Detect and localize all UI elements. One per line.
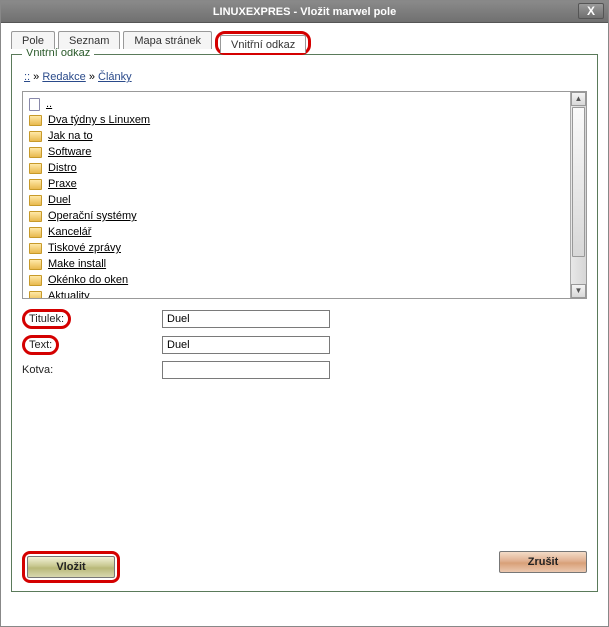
list-item[interactable]: Software (29, 144, 564, 160)
highlight-annotation: Vložit (22, 551, 120, 583)
tab-seznam[interactable]: Seznam (58, 31, 120, 49)
dialog-window: LINUXEXPRES - Vložit marwel pole X Pole … (0, 0, 609, 627)
scroll-up-button[interactable]: ▲ (571, 92, 586, 106)
button-bar: Vložit Zrušit (22, 551, 587, 583)
form-row-kotva: Kotva: (22, 361, 587, 379)
tab-vnitrni-odkaz[interactable]: Vnitřní odkaz (220, 35, 306, 53)
window-title: LINUXEXPRES - Vložit marwel pole (213, 6, 396, 18)
fieldset-vnitrni-odkaz: Vnitřní odkaz :: » Redakce » Články .. D… (11, 54, 598, 592)
breadcrumb-redakce[interactable]: Redakce (42, 71, 85, 83)
folder-icon (29, 211, 42, 222)
list-item-label: Jak na to (48, 130, 93, 142)
folder-icon (29, 275, 42, 286)
list-item[interactable]: Tiskové zprávy (29, 240, 564, 256)
list-item-label: Okénko do oken (48, 274, 128, 286)
list-item-label: Make install (48, 258, 106, 270)
list-item-label: .. (46, 98, 52, 110)
insert-button[interactable]: Vložit (27, 556, 115, 578)
content-area: Pole Seznam Mapa stránek Vnitřní odkaz V… (1, 23, 608, 602)
folder-icon (29, 115, 42, 126)
folder-icon (29, 131, 42, 142)
form-row-text: Text: (22, 335, 587, 355)
list-item[interactable]: Distro (29, 160, 564, 176)
kotva-input[interactable] (162, 361, 330, 379)
list-item-label: Operační systémy (48, 210, 137, 222)
list-item[interactable]: Kancelář (29, 224, 564, 240)
folder-icon (29, 243, 42, 254)
list-item[interactable]: Make install (29, 256, 564, 272)
scroll-down-button[interactable]: ▼ (571, 284, 586, 298)
list-item-label: Aktuality (48, 290, 90, 298)
list-item[interactable]: Dva týdny s Linuxem (29, 112, 564, 128)
list-item[interactable]: Jak na to (29, 128, 564, 144)
highlight-annotation: Titulek: (22, 309, 71, 329)
list-item[interactable]: Praxe (29, 176, 564, 192)
list-item-label: Software (48, 146, 91, 158)
list-item-label: Distro (48, 162, 77, 174)
list-item[interactable]: Aktuality (29, 288, 564, 298)
titulek-input[interactable] (162, 310, 330, 328)
list-item-label: Praxe (48, 178, 77, 190)
list-item-label: Kancelář (48, 226, 91, 238)
list-item[interactable]: Duel (29, 192, 564, 208)
list-item[interactable]: Okénko do oken (29, 272, 564, 288)
tab-bar: Pole Seznam Mapa stránek Vnitřní odkaz (11, 31, 598, 55)
page-icon (29, 98, 40, 111)
breadcrumb: :: » Redakce » Články (24, 71, 585, 83)
titlebar: LINUXEXPRES - Vložit marwel pole X (1, 1, 608, 23)
list-item[interactable]: Operační systémy (29, 208, 564, 224)
highlight-annotation: Text: (22, 335, 59, 355)
list-item-label: Duel (48, 194, 71, 206)
file-list-panel: .. Dva týdny s Linuxem Jak na to Softwar… (22, 91, 587, 299)
text-label: Text: (22, 335, 162, 355)
folder-icon (29, 147, 42, 158)
folder-icon (29, 195, 42, 206)
file-list: .. Dva týdny s Linuxem Jak na to Softwar… (23, 92, 570, 298)
tab-pole[interactable]: Pole (11, 31, 55, 49)
scroll-thumb[interactable] (572, 107, 585, 257)
folder-icon (29, 291, 42, 299)
list-item-label: Dva týdny s Linuxem (48, 114, 150, 126)
close-button[interactable]: X (578, 3, 604, 19)
breadcrumb-clanky[interactable]: Články (98, 71, 132, 83)
list-item-up[interactable]: .. (29, 96, 564, 112)
titulek-label: Titulek: (22, 309, 162, 329)
folder-icon (29, 227, 42, 238)
highlight-annotation: Vnitřní odkaz (215, 31, 311, 55)
folder-icon (29, 179, 42, 190)
cancel-button[interactable]: Zrušit (499, 551, 587, 573)
folder-icon (29, 163, 42, 174)
tab-mapa-stranek[interactable]: Mapa stránek (123, 31, 212, 49)
folder-icon (29, 259, 42, 270)
kotva-label: Kotva: (22, 364, 162, 376)
list-item-label: Tiskové zprávy (48, 242, 121, 254)
text-input[interactable] (162, 336, 330, 354)
form-row-titulek: Titulek: (22, 309, 587, 329)
scrollbar[interactable]: ▲ ▼ (570, 92, 586, 298)
